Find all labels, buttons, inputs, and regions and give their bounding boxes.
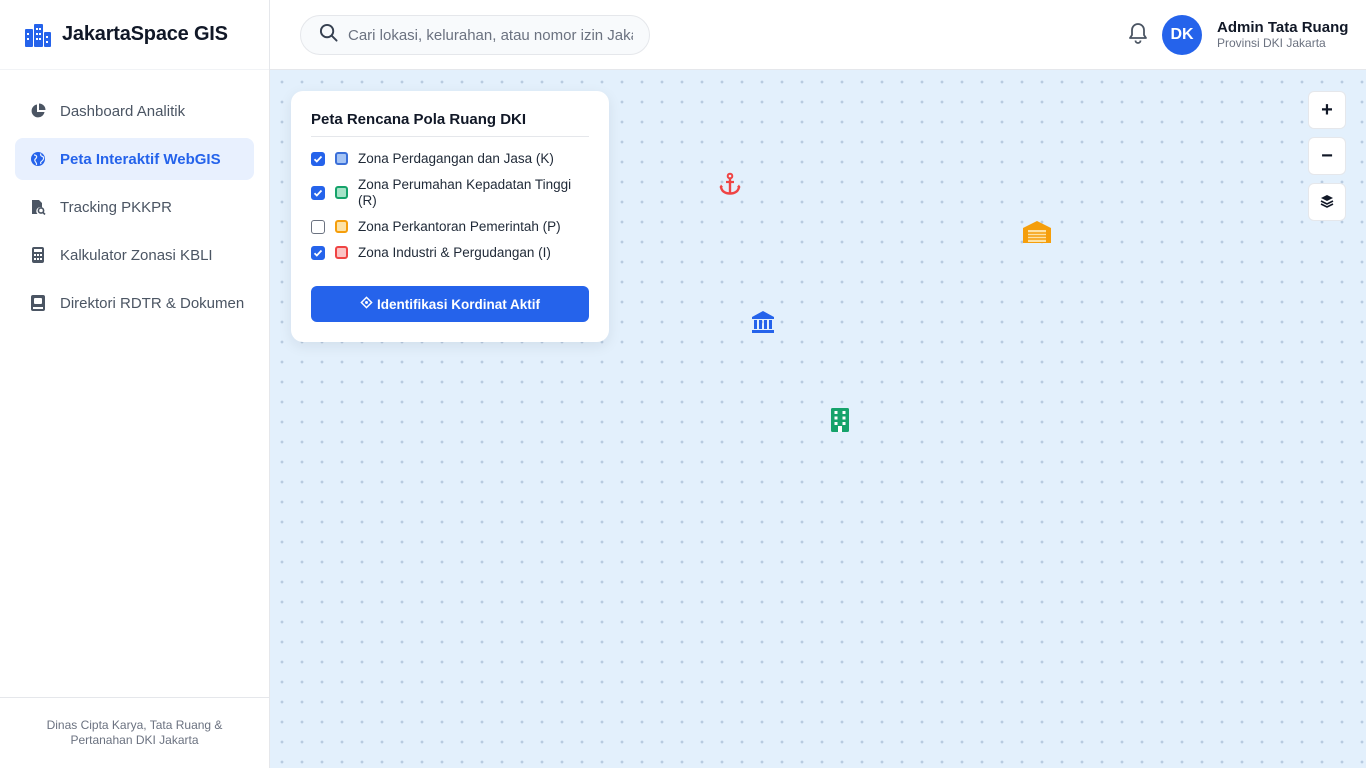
sidebar-item-label: Peta Interaktif WebGIS [60, 150, 221, 168]
search-icon [319, 23, 348, 47]
sidebar-item-dashboard-analitik[interactable]: Dashboard Analitik [15, 90, 254, 132]
sidebar-item-label: Kalkulator Zonasi KBLI [60, 246, 213, 264]
layer-checkbox[interactable] [311, 246, 325, 260]
layer-panel: Peta Rencana Pola Ruang DKI Zona Perdaga… [291, 91, 609, 342]
zoom-out-button[interactable]: − [1308, 137, 1346, 175]
zone-color-swatch [335, 220, 348, 233]
calculator-icon [30, 247, 46, 263]
zone-color-swatch [335, 246, 348, 259]
city-buildings-icon [24, 23, 52, 47]
anchor-icon [718, 172, 742, 201]
layer-label: Zona Perdagangan dan Jasa (K) [358, 151, 554, 166]
zoom-in-button[interactable]: + [1308, 91, 1346, 129]
identify-coordinate-button[interactable]: Identifikasi Kordinat Aktif [311, 286, 589, 322]
layer-row-perumahan[interactable]: Zona Perumahan Kepadatan Tinggi (R) [311, 177, 589, 209]
sidebar-footer: Dinas Cipta Karya, Tata Ruang & Pertanah… [0, 697, 269, 768]
layer-checkbox[interactable] [311, 220, 325, 234]
user-role: Provinsi DKI Jakarta [1217, 36, 1326, 50]
layer-checkbox[interactable] [311, 152, 325, 166]
sidebar-item-label: Tracking PKKPR [60, 198, 172, 216]
warehouse-icon [1022, 220, 1052, 249]
office-building-icon [831, 407, 849, 437]
layer-label: Zona Industri & Pergudangan (I) [358, 245, 551, 260]
marker-government[interactable] [750, 310, 776, 339]
search-bar[interactable] [300, 15, 650, 55]
layers-icon [1320, 191, 1334, 214]
layer-row-perkantoran[interactable]: Zona Perkantoran Pemerintah (P) [311, 219, 589, 235]
government-building-icon [751, 310, 775, 339]
search-input[interactable] [348, 26, 633, 44]
book-icon [30, 295, 46, 311]
brand[interactable]: JakartaSpace GIS [0, 0, 269, 70]
topbar: DK Admin Tata Ruang Provinsi DKI Jakarta [270, 0, 1366, 70]
sidebar-item-kalkulator-zonasi[interactable]: Kalkulator Zonasi KBLI [15, 234, 254, 276]
crosshair-icon [360, 296, 377, 312]
layers-button[interactable] [1308, 183, 1346, 221]
app-title: JakartaSpace GIS [62, 23, 228, 45]
map-canvas[interactable]: Peta Rencana Pola Ruang DKI Zona Perdaga… [270, 70, 1366, 768]
layer-label: Zona Perkantoran Pemerintah (P) [358, 219, 561, 234]
zone-color-swatch [335, 152, 348, 165]
layer-panel-title: Peta Rencana Pola Ruang DKI [311, 111, 589, 137]
marker-warehouse[interactable] [1022, 220, 1052, 249]
sidebar-item-label: Dashboard Analitik [60, 102, 186, 120]
pie-chart-icon [30, 103, 46, 119]
identify-coordinate-label: Identifikasi Kordinat Aktif [376, 296, 540, 312]
sidebar-item-label: Direktori RDTR & Dokumen [60, 294, 245, 312]
bell-icon [1128, 22, 1148, 49]
sidebar-item-tracking-pkkpr[interactable]: Tracking PKKPR [15, 186, 254, 228]
layer-row-industri[interactable]: Zona Industri & Pergudangan (I) [311, 245, 589, 261]
user-name: Admin Tata Ruang [1217, 19, 1349, 36]
avatar[interactable]: DK [1162, 15, 1202, 55]
sidebar-item-direktori-rdtr[interactable]: Direktori RDTR & Dokumen [15, 282, 254, 324]
user-info[interactable]: Admin Tata Ruang Provinsi DKI Jakarta [1217, 19, 1348, 50]
notification-button[interactable] [1126, 22, 1150, 49]
marker-port[interactable] [717, 172, 743, 201]
file-search-icon [30, 199, 46, 215]
sidebar-nav: Dashboard Analitik Peta Interaktif WebGI… [0, 70, 269, 324]
sidebar: JakartaSpace GIS Dashboard Analitik Peta… [0, 0, 270, 768]
marker-office[interactable] [828, 407, 852, 437]
sidebar-item-peta-interaktif[interactable]: Peta Interaktif WebGIS [15, 138, 254, 180]
layer-checkbox[interactable] [311, 186, 325, 200]
layer-label: Zona Perumahan Kepadatan Tinggi (R) [358, 177, 572, 208]
zone-color-swatch [335, 186, 348, 199]
layer-row-perdagangan[interactable]: Zona Perdagangan dan Jasa (K) [311, 151, 589, 167]
globe-icon [30, 151, 46, 167]
